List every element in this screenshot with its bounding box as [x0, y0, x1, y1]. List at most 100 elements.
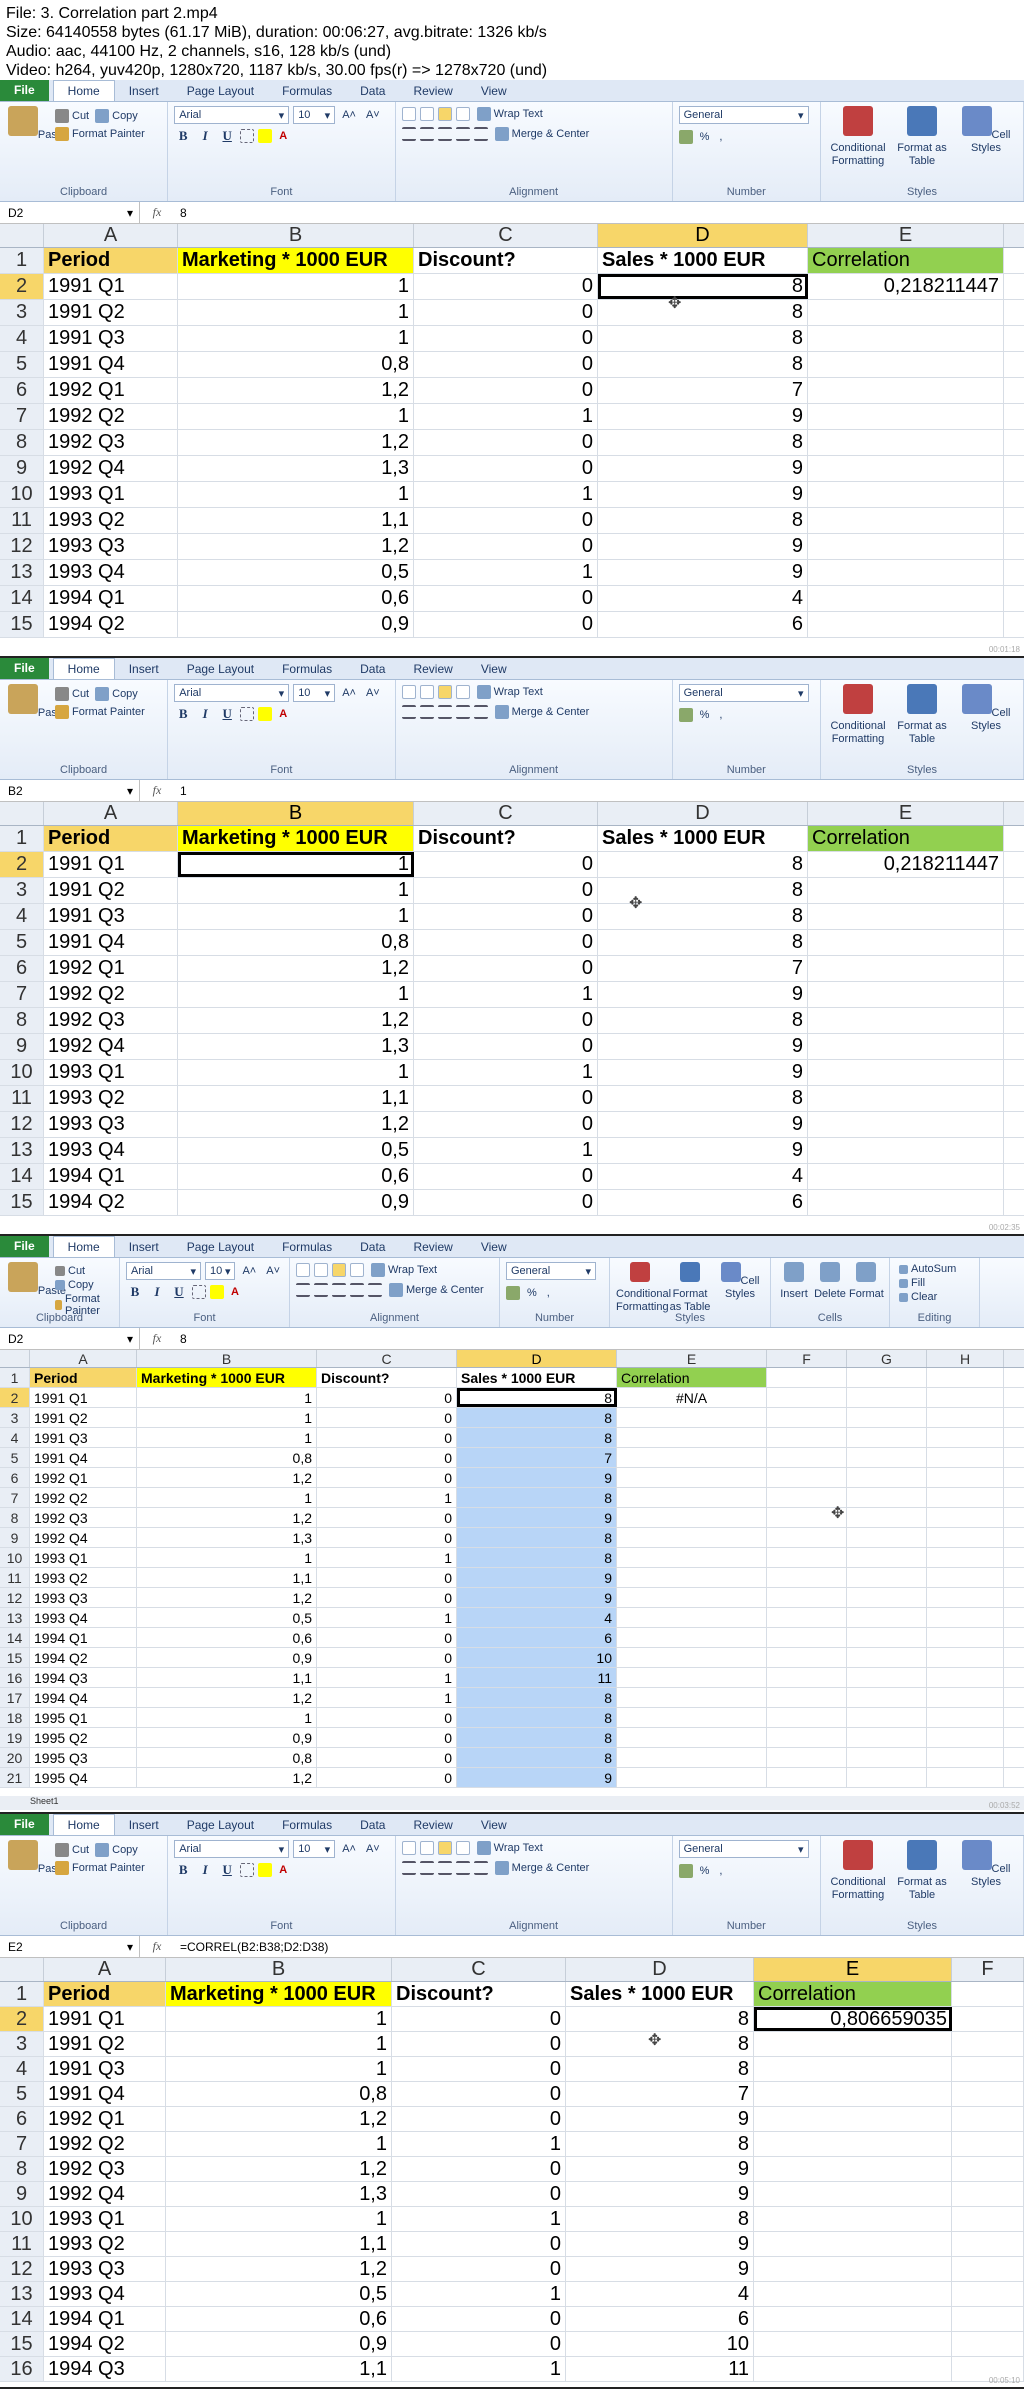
cell-period[interactable]: 1993 Q1 — [44, 2207, 166, 2231]
row-number[interactable]: 3 — [0, 878, 44, 903]
row-number[interactable]: 8 — [0, 2157, 44, 2181]
sheet-tab[interactable]: Sheet1 — [30, 1796, 59, 1806]
empty-cell[interactable] — [927, 1468, 1004, 1487]
row-number[interactable]: 17 — [0, 1688, 30, 1707]
empty-cell[interactable] — [952, 2207, 1024, 2231]
copy-button[interactable]: Copy — [92, 686, 141, 702]
cell-correlation[interactable] — [617, 1728, 767, 1747]
cell-correlation[interactable] — [808, 1034, 1004, 1059]
cell-marketing[interactable]: 1,2 — [178, 1008, 414, 1033]
align-bottom-icon[interactable] — [332, 1263, 346, 1277]
cell-correlation[interactable] — [808, 1008, 1004, 1033]
cell-correlation[interactable] — [808, 612, 1004, 637]
empty-cell[interactable] — [847, 1468, 927, 1487]
cell-discount[interactable]: 0 — [317, 1588, 457, 1607]
cell-correlation[interactable] — [808, 904, 1004, 929]
column-header-a[interactable]: A — [44, 802, 178, 825]
cell-correlation[interactable] — [617, 1608, 767, 1627]
cell-discount[interactable]: 0 — [414, 612, 598, 637]
cell-correlation[interactable] — [808, 326, 1004, 351]
header-discount[interactable]: Discount? — [414, 248, 598, 273]
cell-sales[interactable]: 4 — [598, 1164, 808, 1189]
cell-sales[interactable]: 9 — [457, 1468, 617, 1487]
cell-discount[interactable]: 0 — [317, 1728, 457, 1747]
column-header-h[interactable]: H — [927, 1350, 1004, 1367]
cell-marketing[interactable]: 1 — [166, 2032, 392, 2056]
column-header-b[interactable]: B — [166, 1958, 392, 1981]
empty-cell[interactable] — [847, 1768, 927, 1787]
header-discount[interactable]: Discount? — [414, 826, 598, 851]
cell-marketing[interactable]: 1 — [137, 1708, 317, 1727]
cell-marketing[interactable]: 1,1 — [166, 2232, 392, 2256]
cell-correlation[interactable] — [808, 1190, 1004, 1215]
header-marketing[interactable]: Marketing * 1000 EUR — [166, 1982, 392, 2006]
cell-correlation[interactable] — [754, 2057, 952, 2081]
grow-font-icon[interactable]: A˄ — [239, 1264, 259, 1278]
align-center-icon[interactable] — [314, 1283, 328, 1297]
cell-sales[interactable]: 8 — [457, 1488, 617, 1507]
empty-cell[interactable] — [847, 1588, 927, 1607]
cell-correlation[interactable] — [808, 300, 1004, 325]
row-number[interactable]: 6 — [0, 378, 44, 403]
cut-button[interactable]: Cut — [52, 108, 92, 124]
row-number[interactable]: 10 — [0, 2207, 44, 2231]
cell-marketing[interactable]: 1 — [137, 1388, 317, 1407]
cell-sales[interactable]: 9 — [598, 456, 808, 481]
column-header-b[interactable]: B — [178, 224, 414, 247]
cell-correlation[interactable] — [754, 2157, 952, 2181]
underline-button[interactable]: U — [218, 706, 236, 722]
row-number[interactable]: 8 — [0, 430, 44, 455]
align-middle-icon[interactable] — [419, 1841, 434, 1855]
column-header-d[interactable]: D — [566, 1958, 754, 1981]
percent-button[interactable]: % — [697, 130, 713, 144]
comma-button[interactable]: , — [544, 1286, 553, 1300]
column-header-g[interactable]: G — [847, 1350, 927, 1367]
cell-period[interactable]: 1993 Q1 — [30, 1548, 137, 1567]
cell-sales[interactable]: 8 — [457, 1688, 617, 1707]
row-number[interactable]: 1 — [0, 826, 44, 851]
row-number[interactable]: 1 — [0, 1982, 44, 2006]
empty-cell[interactable] — [927, 1568, 1004, 1587]
cell-period[interactable]: 1992 Q4 — [44, 1034, 178, 1059]
tab-file[interactable]: File — [0, 658, 49, 679]
cell-period[interactable]: 1993 Q1 — [44, 1060, 178, 1085]
cell-correlation[interactable] — [617, 1528, 767, 1547]
row-number[interactable]: 2 — [0, 2007, 44, 2031]
empty-cell[interactable] — [927, 1668, 1004, 1687]
cell-period[interactable]: 1991 Q2 — [30, 1408, 137, 1427]
cell-period[interactable]: 1992 Q1 — [44, 956, 178, 981]
cell-sales[interactable]: 9 — [598, 534, 808, 559]
cell-sales[interactable]: 6 — [598, 612, 808, 637]
cell-discount[interactable]: 0 — [414, 1164, 598, 1189]
row-number[interactable]: 1 — [0, 248, 44, 273]
bold-button[interactable]: B — [174, 706, 192, 722]
cell-discount[interactable]: 0 — [392, 2057, 566, 2081]
tab-page-layout[interactable]: Page Layout — [173, 1815, 268, 1835]
align-middle-icon[interactable] — [419, 685, 434, 699]
empty-cell[interactable] — [847, 1648, 927, 1667]
cell-period[interactable]: 1995 Q3 — [30, 1748, 137, 1767]
tab-view[interactable]: View — [467, 1815, 521, 1835]
cell-marketing[interactable]: 0,8 — [137, 1748, 317, 1767]
cell-correlation[interactable] — [808, 1086, 1004, 1111]
empty-cell[interactable] — [847, 1428, 927, 1447]
cell-sales[interactable]: 8 — [566, 2132, 754, 2156]
cell-sales[interactable]: 8 — [457, 1748, 617, 1767]
cell-sales[interactable]: 9 — [598, 1034, 808, 1059]
cell-correlation[interactable] — [808, 560, 1004, 585]
cell-correlation[interactable]: 0,806659035 — [754, 2007, 952, 2031]
cell-discount[interactable]: 1 — [414, 560, 598, 585]
header-sales[interactable]: Sales * 1000 EUR — [598, 826, 808, 851]
cell-marketing[interactable]: 0,5 — [166, 2282, 392, 2306]
cell-discount[interactable]: 0 — [317, 1648, 457, 1667]
cell-styles-button[interactable]: Cell Styles — [955, 684, 1017, 775]
cell-marketing[interactable]: 1 — [178, 326, 414, 351]
cell-correlation[interactable] — [617, 1668, 767, 1687]
column-header-e[interactable]: E — [754, 1958, 952, 1981]
cell-correlation[interactable] — [617, 1588, 767, 1607]
cell-period[interactable]: 1991 Q4 — [30, 1448, 137, 1467]
merge-center-button[interactable]: Merge & Center — [492, 704, 593, 720]
empty-cell[interactable] — [767, 1448, 847, 1467]
cell-discount[interactable]: 0 — [392, 2232, 566, 2256]
cell-marketing[interactable]: 0,8 — [178, 352, 414, 377]
